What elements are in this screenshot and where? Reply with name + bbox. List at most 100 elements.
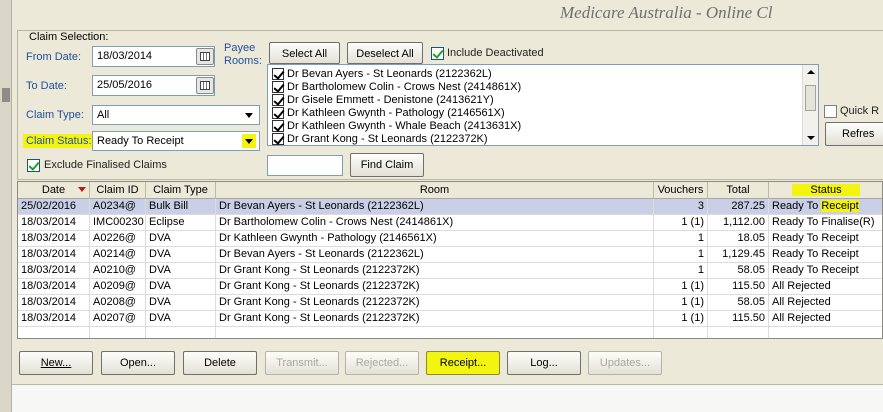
- payee-checkbox[interactable]: [272, 68, 284, 80]
- cell-date: 18/03/2014: [18, 295, 90, 311]
- left-scroll-thumb[interactable]: [2, 88, 10, 102]
- payee-label-text: Dr Bevan Ayers - St Leonards (2122362L): [287, 68, 492, 80]
- cell-claim-type: DVA: [146, 231, 216, 247]
- refresh-button[interactable]: Refres: [825, 122, 883, 146]
- empty-cell: [708, 327, 769, 338]
- empty-cell: [654, 327, 708, 338]
- empty-cell: [18, 327, 90, 338]
- cell-vouchers: 1 (1): [654, 311, 708, 327]
- from-date-calendar-icon[interactable]: [196, 48, 214, 65]
- left-scrollbar[interactable]: [0, 0, 12, 412]
- cell-room: Dr Bartholomew Colin - Crows Nest (24148…: [216, 215, 654, 231]
- table-row[interactable]: 18/03/2014 A0210@ DVA Dr Grant Kong - St Le…: [18, 263, 882, 279]
- cell-claim-type: DVA: [146, 295, 216, 311]
- column-header-claim-id[interactable]: Claim ID: [90, 182, 146, 199]
- cell-claim-id: A0214@: [90, 247, 146, 263]
- column-header-claim-type[interactable]: Claim Type: [146, 182, 216, 199]
- rooms-label: Rooms:: [224, 55, 262, 67]
- payee-label-text: Dr Kathleen Gwynth - Whale Beach (241363…: [287, 120, 522, 132]
- quick-refresh-label: Quick R: [840, 105, 880, 117]
- cell-date: 18/03/2014: [18, 263, 90, 279]
- find-claim-input[interactable]: [267, 155, 343, 176]
- cell-claim-id: A0234@: [90, 199, 146, 215]
- cell-claim-id: A0209@: [90, 279, 146, 295]
- cell-status: Ready To Finalise(R): [769, 215, 882, 231]
- column-header-date[interactable]: Date: [18, 182, 90, 199]
- scroll-down-icon[interactable]: [807, 136, 815, 140]
- cell-date: 18/03/2014: [18, 311, 90, 327]
- cell-room: Dr Bevan Ayers - St Leonards (2122362L): [216, 247, 654, 263]
- cell-status: Ready To Receipt: [769, 199, 882, 215]
- cell-claim-id: IMC00230: [90, 215, 146, 231]
- receipt-button[interactable]: Receipt...: [426, 351, 500, 375]
- claim-type-value: All: [97, 109, 110, 121]
- payee-checkbox[interactable]: [272, 107, 284, 119]
- column-header-vouchers[interactable]: Vouchers: [654, 182, 708, 199]
- cell-total: 1,129.45: [708, 247, 769, 263]
- sort-desc-icon: [78, 187, 86, 192]
- cell-total: 115.50: [708, 279, 769, 295]
- status-highlight-text: Receipt: [821, 200, 859, 212]
- exclude-finalised-checkbox[interactable]: [27, 159, 40, 172]
- table-row[interactable]: 18/03/2014 A0214@ DVA Dr Bevan Ayers - St L…: [18, 247, 882, 263]
- status-text: Ready To Finalise(R): [772, 216, 875, 228]
- open-button[interactable]: Open...: [101, 351, 175, 375]
- chevron-down-icon: [242, 134, 256, 148]
- table-row[interactable]: 18/03/2014 A0208@ DVA Dr Grant Kong - St Le…: [18, 295, 882, 311]
- delete-button[interactable]: Delete: [183, 351, 257, 375]
- to-date-label: To Date:: [26, 80, 67, 92]
- claim-status-label: Claim Status:: [23, 134, 95, 148]
- cell-vouchers: 1 (1): [654, 215, 708, 231]
- payee-list-scrollbar[interactable]: [802, 65, 818, 145]
- new-button[interactable]: New...: [19, 351, 93, 375]
- to-date-calendar-icon[interactable]: [196, 77, 214, 94]
- cell-claim-type: DVA: [146, 279, 216, 295]
- cell-vouchers: 1: [654, 247, 708, 263]
- empty-cell: [216, 327, 654, 338]
- cell-date: 25/02/2016: [18, 199, 90, 215]
- claim-status-select[interactable]: Ready To Receipt: [92, 131, 260, 151]
- payee-checkbox[interactable]: [272, 133, 284, 145]
- cell-status: Ready To Receipt: [769, 263, 882, 279]
- cell-claim-id: A0226@: [90, 231, 146, 247]
- claim-selection-legend: Claim Selection:: [26, 31, 112, 43]
- rejected-button[interactable]: Rejected...: [345, 351, 419, 375]
- column-header-status[interactable]: Status: [769, 182, 882, 199]
- log-button[interactable]: Log...: [507, 351, 581, 375]
- select-all-button[interactable]: Select All: [269, 42, 340, 64]
- deselect-all-button[interactable]: Deselect All: [347, 42, 423, 64]
- payee-checkbox[interactable]: [272, 94, 284, 106]
- app-banner: Medicare Australia - Online Cl: [560, 3, 773, 22]
- claims-grid[interactable]: Date Claim ID Claim Type Room Vouchers T…: [17, 181, 883, 339]
- updates-button[interactable]: Updates...: [588, 351, 662, 375]
- table-row[interactable]: 18/03/2014 A0207@ DVA Dr Grant Kong - St Le…: [18, 311, 882, 327]
- payee-checkbox[interactable]: [272, 120, 284, 132]
- transmit-button[interactable]: Transmit...: [265, 351, 339, 375]
- table-row[interactable]: 18/03/2014 A0209@ DVA Dr Grant Kong - St Le…: [18, 279, 882, 295]
- cell-claim-type: DVA: [146, 247, 216, 263]
- cell-room: Dr Kathleen Gwynth - Pathology (2146561X…: [216, 231, 654, 247]
- claim-type-select[interactable]: All: [92, 105, 260, 125]
- column-header-total[interactable]: Total: [708, 182, 769, 199]
- table-row[interactable]: 25/02/2016 A0234@ Bulk Bill Dr Bevan Ayers …: [18, 199, 882, 215]
- payee-rooms-list[interactable]: Dr Bevan Ayers - St Leonards (2122362L) …: [267, 64, 819, 146]
- table-row[interactable]: 18/03/2014 A0226@ DVA Dr Kathleen Gwynth - …: [18, 231, 882, 247]
- include-deactivated-checkbox[interactable]: [431, 47, 444, 60]
- table-row[interactable]: 18/03/2014 IMC00230 Eclipse Dr Bartholomew …: [18, 215, 882, 231]
- payee-checkbox[interactable]: [272, 81, 284, 93]
- scroll-up-icon[interactable]: [807, 70, 815, 74]
- cell-status: Ready To Receipt: [769, 247, 882, 263]
- status-text: Ready To Receipt: [772, 264, 859, 276]
- find-claim-button[interactable]: Find Claim: [350, 153, 424, 177]
- cell-status: All Rejected: [769, 295, 882, 311]
- cell-claim-id: A0207@: [90, 311, 146, 327]
- scroll-thumb[interactable]: [805, 85, 816, 111]
- chevron-down-icon: [242, 108, 256, 122]
- cell-vouchers: 1 (1): [654, 279, 708, 295]
- quick-refresh-checkbox[interactable]: [824, 105, 837, 118]
- cell-vouchers: 3: [654, 199, 708, 215]
- column-header-room[interactable]: Room: [216, 182, 654, 199]
- payee-label-text: Dr Grant Kong - St Leonards (2122372K): [287, 133, 488, 145]
- cell-claim-type: Eclipse: [146, 215, 216, 231]
- cell-total: 287.25: [708, 199, 769, 215]
